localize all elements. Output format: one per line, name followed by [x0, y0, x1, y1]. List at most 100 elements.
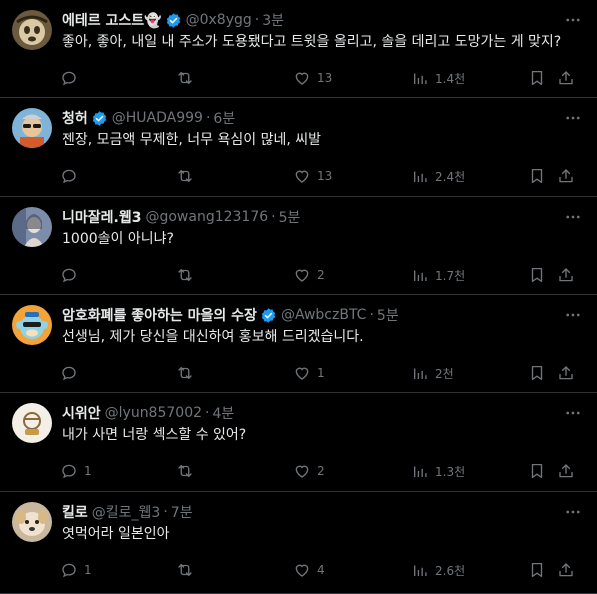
comment-icon	[60, 266, 78, 284]
user-handle[interactable]: @AwbczBTC	[281, 307, 367, 323]
user-handle[interactable]: @gowang123176	[145, 209, 268, 225]
more-dots-icon[interactable]	[563, 502, 583, 522]
view-count: 2.6천	[435, 563, 466, 578]
comment-icon	[60, 167, 78, 185]
views-button[interactable]: 2천	[411, 363, 454, 383]
timestamp[interactable]: 4분	[212, 403, 234, 423]
reply-button[interactable]: 1	[60, 560, 92, 580]
reply-tweet[interactable]: 에테르 고스트👻 @0x8ygg · 3분 좋아, 좋아, 내일 내 주소가 도용됐다고…	[0, 0, 597, 98]
like-button[interactable]: 4	[293, 560, 325, 580]
reply-button[interactable]	[60, 166, 84, 186]
display-name[interactable]: 시위안	[62, 403, 101, 423]
avatar-ghost[interactable]	[12, 10, 52, 50]
more-dots-icon[interactable]	[563, 305, 583, 325]
avatar-drawing[interactable]	[12, 403, 52, 443]
user-handle[interactable]: @킬로_웹3	[92, 502, 161, 522]
tweet-text: 내가 사면 너랑 섹스할 수 있어?	[62, 427, 247, 443]
timestamp[interactable]: 3분	[262, 10, 284, 30]
like-button[interactable]: 13	[293, 68, 332, 88]
views-bar-chart-icon	[411, 462, 429, 480]
like-button[interactable]: 1	[293, 363, 325, 383]
views-button[interactable]: 2.6천	[411, 560, 465, 580]
view-count: 1.4천	[435, 71, 466, 86]
share-button[interactable]	[557, 461, 575, 481]
timestamp[interactable]: 5분	[279, 207, 301, 227]
avatar-puppy[interactable]	[12, 502, 52, 542]
share-button[interactable]	[557, 363, 575, 383]
tweet-text: 좋아, 좋아, 내일 내 주소가 도용됐다고 트윗을 올리고, 솔을 데리고 도…	[62, 34, 562, 50]
retweet-icon	[176, 561, 194, 579]
bookmark-button[interactable]	[528, 560, 546, 580]
display-name[interactable]: 암호화폐를 좋아하는 마을의 수장	[62, 305, 257, 325]
avatar-cartoon-monkey[interactable]	[12, 305, 52, 345]
bookmark-button[interactable]	[528, 461, 546, 481]
retweet-button[interactable]	[176, 363, 200, 383]
like-button[interactable]: 2	[293, 265, 325, 285]
user-handle[interactable]: @0x8ygg	[186, 12, 252, 28]
display-name[interactable]: 에테르 고스트👻	[62, 10, 162, 30]
timestamp[interactable]: 5분	[377, 305, 399, 325]
retweet-button[interactable]	[176, 461, 200, 481]
share-button[interactable]	[557, 166, 575, 186]
more-dots-icon[interactable]	[563, 207, 583, 227]
share-icon	[557, 462, 575, 480]
retweet-button[interactable]	[176, 166, 200, 186]
bookmark-icon	[528, 561, 546, 579]
share-icon	[557, 364, 575, 382]
share-icon	[557, 266, 575, 284]
views-button[interactable]: 1.4천	[411, 68, 465, 88]
reply-tweet[interactable]: 청허 @HUADA999 · 6분젠장, 모금액 무제한, 너무 욕심이 많네, 씨발…	[0, 98, 597, 197]
user-handle[interactable]: @HUADA999	[112, 110, 203, 126]
comment-icon	[60, 561, 78, 579]
tweet-text: 1000솔이 아니냐?	[62, 231, 174, 247]
display-name[interactable]: 킬로	[62, 502, 88, 522]
share-button[interactable]	[557, 68, 575, 88]
timestamp[interactable]: 7분	[171, 502, 193, 522]
reply-button[interactable]	[60, 265, 84, 285]
timestamp[interactable]: 6분	[213, 108, 235, 128]
views-button[interactable]: 1.7천	[411, 265, 465, 285]
user-handle[interactable]: @lyun857002	[105, 405, 202, 421]
retweet-icon	[176, 167, 194, 185]
reply-tweet[interactable]: 킬로 @킬로_웹3 · 7분 엿먹어라 일본인아 1 4 2.6천	[0, 492, 597, 594]
like-button[interactable]: 13	[293, 166, 332, 186]
reply-count: 1	[84, 464, 92, 478]
heart-icon	[293, 69, 311, 87]
bookmark-button[interactable]	[528, 68, 546, 88]
views-bar-chart-icon	[411, 266, 429, 284]
display-name[interactable]: 청허	[62, 108, 88, 128]
share-button[interactable]	[557, 560, 575, 580]
views-button[interactable]: 2.4천	[411, 166, 465, 186]
avatar-sunglasses[interactable]	[12, 108, 52, 148]
tweet-text: 젠장, 모금액 무제한, 너무 욕심이 많네, 씨발	[62, 132, 322, 148]
avatar-portrait[interactable]	[12, 207, 52, 247]
bookmark-button[interactable]	[528, 363, 546, 383]
heart-icon	[293, 167, 311, 185]
retweet-button[interactable]	[176, 68, 200, 88]
like-button[interactable]: 2	[293, 461, 325, 481]
comment-icon	[60, 69, 78, 87]
bookmark-button[interactable]	[528, 265, 546, 285]
views-bar-chart-icon	[411, 364, 429, 382]
separator-dot: ·	[369, 307, 374, 323]
retweet-button[interactable]	[176, 265, 200, 285]
reply-button[interactable]	[60, 363, 84, 383]
like-count: 4	[317, 563, 325, 577]
bookmark-button[interactable]	[528, 166, 546, 186]
more-dots-icon[interactable]	[563, 10, 583, 30]
reply-tweet[interactable]: 시위안 @lyun857002 · 4분 내가 사면 너랑 섹스할 수 있어? 1 2 1.3…	[0, 393, 597, 492]
views-button[interactable]: 1.3천	[411, 461, 465, 481]
action-bar: 13 1.4천	[58, 68, 585, 88]
reply-button[interactable]	[60, 68, 84, 88]
reply-tweet[interactable]: 암호화폐를 좋아하는 마을의 수장 @AwbczBTC · 5분 선생님, 제가 당신을…	[0, 295, 597, 393]
share-button[interactable]	[557, 265, 575, 285]
more-dots-icon[interactable]	[563, 403, 583, 423]
separator-dot: ·	[205, 110, 211, 126]
more-dots-icon[interactable]	[563, 108, 583, 128]
reply-button[interactable]: 1	[60, 461, 92, 481]
like-count: 2	[317, 268, 325, 282]
retweet-button[interactable]	[176, 560, 200, 580]
action-bar: 2 1.7천	[58, 265, 585, 285]
reply-tweet[interactable]: 니마잘레.웹3 @gowang123176 · 5분 1000솔이 아니냐? 2 1.7천	[0, 197, 597, 295]
display-name[interactable]: 니마잘레.웹3	[62, 207, 141, 227]
